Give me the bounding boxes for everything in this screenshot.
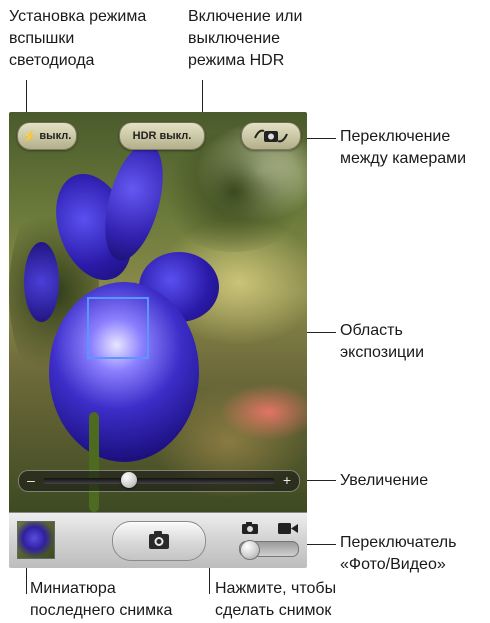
last-photo-thumbnail[interactable] <box>17 521 55 559</box>
zoom-minus: – <box>27 472 35 488</box>
callout-exposure-area: Область экспозиции <box>340 322 425 361</box>
camera-icon <box>149 531 169 549</box>
callout-photo-video-switch: Переключатель «Фото/Видео» <box>340 534 457 573</box>
camera-viewfinder[interactable]: ⚡ выкл. HDR выкл. – + <box>9 112 307 512</box>
photo-mode-icon <box>242 522 258 534</box>
zoom-track <box>43 478 275 484</box>
foliage-shape <box>159 132 307 252</box>
photo-video-switch-knob[interactable] <box>240 540 260 560</box>
callout-hdr-mode: Включение или выключение режима HDR <box>188 8 303 69</box>
video-camera-icon <box>278 523 298 534</box>
lightning-bolt-icon: ⚡ <box>22 130 37 143</box>
flash-button[interactable]: ⚡ выкл. <box>17 122 77 150</box>
zoom-knob[interactable] <box>120 472 137 488</box>
callout-switch-camera: Переключение между камерами <box>340 128 467 167</box>
callout-last-photo-thumbnail: Миниатюра последнего снимка <box>30 580 173 619</box>
photo-video-switch[interactable] <box>239 540 299 560</box>
camera-toolbar <box>9 512 307 568</box>
callout-flash-mode: Установка режима вспышки светодиода <box>9 8 147 69</box>
zoom-plus: + <box>282 472 291 488</box>
callout-zoom: Увеличение <box>340 472 429 489</box>
hdr-label: HDR выкл. <box>132 130 192 142</box>
camera-screen: ⚡ выкл. HDR выкл. – + <box>9 112 307 568</box>
iris-bud <box>24 242 59 322</box>
hdr-button[interactable]: HDR выкл. <box>119 122 205 150</box>
shutter-button[interactable] <box>112 521 206 561</box>
switch-camera-button[interactable] <box>241 122 301 150</box>
flash-label: выкл. <box>39 130 72 142</box>
zoom-slider[interactable]: – + <box>18 470 300 492</box>
exposure-area[interactable] <box>87 297 149 359</box>
iris-stem <box>89 412 99 512</box>
camera-rotate-icon <box>254 129 288 143</box>
callout-take-photo: Нажмите, чтобы сделать снимок <box>215 580 337 619</box>
